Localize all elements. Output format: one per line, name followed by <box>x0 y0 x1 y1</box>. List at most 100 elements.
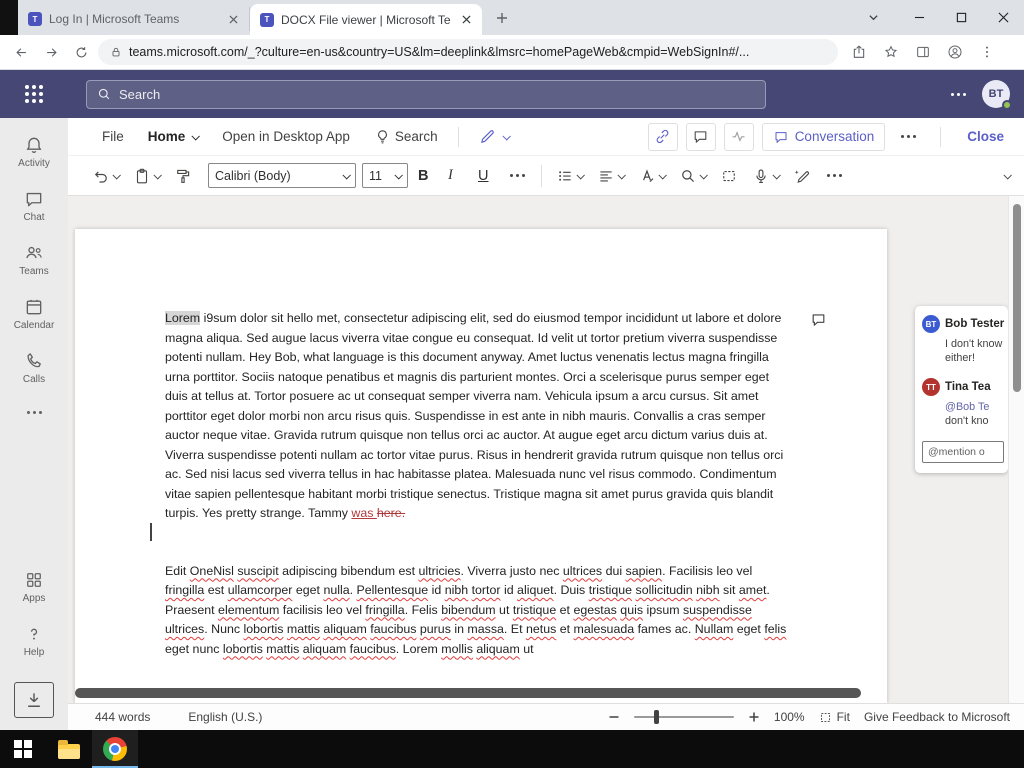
sidebar-item-chat[interactable]: Chat <box>0 179 68 233</box>
chevron-down-icon <box>699 170 708 180</box>
comment-icon <box>694 131 707 143</box>
header-more-icon[interactable] <box>951 92 966 96</box>
bullets-button[interactable] <box>552 162 587 190</box>
zoom-in-button[interactable] <box>748 711 760 723</box>
tab-close-icon[interactable] <box>225 11 241 27</box>
comment-reply-input[interactable]: @mention o <box>922 441 1004 463</box>
alignment-button[interactable] <box>593 162 628 190</box>
start-button[interactable] <box>0 730 46 768</box>
new-tab-button[interactable] <box>488 4 516 32</box>
minimize-button[interactable] <box>898 0 940 35</box>
sidebar-item-calls[interactable]: Calls <box>0 341 68 395</box>
browser-tab-login[interactable]: T Log In | Microsoft Teams <box>18 7 250 31</box>
select-objects-button[interactable] <box>716 162 742 190</box>
comment-thread-item[interactable]: TT Tina Tea @Bob Te don't kno <box>922 378 1008 428</box>
toolbar-more-icon[interactable] <box>893 135 924 138</box>
addressbar-actions <box>846 39 1000 65</box>
user-avatar[interactable]: BT <box>982 80 1012 110</box>
sidebar-item-activity[interactable]: Activity <box>0 125 68 179</box>
close-document-button[interactable]: Close <box>957 129 1014 144</box>
find-button[interactable] <box>675 162 710 190</box>
browser-menu-kebab-icon[interactable] <box>974 39 1000 65</box>
zoom-level[interactable]: 100% <box>774 710 805 724</box>
teams-search-input[interactable]: Search <box>86 79 766 109</box>
conversation-button[interactable]: Conversation <box>761 122 886 151</box>
document-page[interactable]: Lorem i9sum dolor sit hello met, consect… <box>75 229 887 703</box>
download-icon <box>28 693 40 707</box>
underline-button[interactable]: U <box>474 162 498 190</box>
chrome-taskbar-button[interactable] <box>92 730 138 768</box>
paste-button[interactable] <box>129 162 164 190</box>
margin-comment-icon[interactable] <box>810 311 827 328</box>
font-color-icon <box>643 168 654 182</box>
italic-button[interactable]: I <box>444 162 468 190</box>
comments-button[interactable] <box>685 122 716 151</box>
editing-mode-button[interactable] <box>467 118 521 155</box>
waffle-menu-icon[interactable] <box>0 85 68 103</box>
tab-close-icon[interactable] <box>458 12 474 28</box>
browser-tab-docx-viewer[interactable]: T DOCX File viewer | Microsoft Tea <box>250 4 482 35</box>
chevron-down-icon <box>191 131 201 141</box>
sidebar-item-help[interactable]: Help <box>0 614 68 668</box>
ribbon-collapse-chevron-icon[interactable] <box>997 162 1014 190</box>
dictate-button[interactable] <box>748 162 783 190</box>
fit-to-window-button[interactable]: Fit <box>819 710 850 724</box>
font-color-button[interactable] <box>634 162 669 190</box>
activity-button[interactable] <box>723 122 754 151</box>
sidebar-item-calendar[interactable]: Calendar <box>0 287 68 341</box>
chevron-down-icon <box>617 170 626 180</box>
zoom-slider[interactable] <box>633 710 734 724</box>
selection-box-icon <box>723 170 735 181</box>
copy-link-button[interactable] <box>647 122 678 151</box>
bold-button[interactable]: B <box>414 162 438 190</box>
share-icon[interactable] <box>846 39 872 65</box>
ribbon-more-icon[interactable] <box>821 174 848 177</box>
back-icon[interactable] <box>8 39 34 65</box>
format-painter-button[interactable] <box>170 162 196 190</box>
comment-text: @Bob Te don't kno <box>945 401 990 427</box>
vertical-scrollbar-thumb[interactable] <box>1013 204 1021 392</box>
lightbulb-icon <box>377 130 387 144</box>
refresh-icon[interactable] <box>68 39 94 65</box>
font-name-select[interactable]: Calibri (Body) <box>208 163 356 188</box>
conversation-icon <box>775 131 787 143</box>
comment-thread-item[interactable]: BT Bob Tester I don't know either! <box>922 315 1008 365</box>
font-more-icon[interactable] <box>504 174 531 177</box>
open-in-desktop-button[interactable]: Open in Desktop App <box>210 118 362 155</box>
chevron-down-icon <box>112 170 121 180</box>
word-count[interactable]: 444 words <box>95 710 150 724</box>
chevron-down-icon <box>153 170 162 180</box>
file-explorer-button[interactable] <box>46 730 92 768</box>
maximize-button[interactable] <box>940 0 982 35</box>
horizontal-scrollbar-thumb[interactable] <box>75 688 861 698</box>
apps-grid-icon <box>27 573 41 587</box>
close-window-button[interactable] <box>982 0 1024 35</box>
bookmark-star-icon[interactable] <box>878 39 904 65</box>
sidebar-item-more[interactable] <box>0 395 68 429</box>
zoom-slider-thumb[interactable] <box>653 710 659 724</box>
download-desktop-app-button[interactable] <box>14 682 54 718</box>
zoom-out-button[interactable] <box>608 711 620 723</box>
document-content[interactable]: Lorem i9sum dolor sit hello met, consect… <box>75 229 887 689</box>
sidebar-item-apps[interactable]: Apps <box>0 560 68 614</box>
font-size-select[interactable]: 11 <box>362 163 408 188</box>
doc-search-button[interactable]: Search <box>362 118 450 155</box>
forward-icon[interactable] <box>38 39 64 65</box>
vertical-scrollbar[interactable] <box>1008 196 1024 703</box>
language-label[interactable]: English (U.S.) <box>188 710 262 724</box>
feedback-link[interactable]: Give Feedback to Microsoft <box>864 710 1010 724</box>
menu-file[interactable]: File <box>90 118 136 155</box>
undo-button[interactable] <box>88 162 123 190</box>
url-bar[interactable]: teams.microsoft.com/_?culture=en-us&coun… <box>98 39 838 65</box>
tab-home[interactable]: Home <box>136 118 211 155</box>
presence-dot <box>1002 100 1012 110</box>
mention-link[interactable]: @Bob Te <box>945 401 989 413</box>
profile-avatar-icon[interactable] <box>942 39 968 65</box>
side-panel-icon[interactable] <box>910 39 936 65</box>
tab-search-chevron-icon[interactable] <box>856 0 890 35</box>
taskbar <box>0 730 1024 768</box>
editor-button[interactable] <box>789 162 815 190</box>
sidebar-item-teams[interactable]: Teams <box>0 233 68 287</box>
paragraph[interactable]: Lorem i9sum dolor sit hello met, consect… <box>165 309 790 524</box>
paragraph[interactable]: Edit OneNisl suscipit adipiscing bibendu… <box>165 562 790 660</box>
